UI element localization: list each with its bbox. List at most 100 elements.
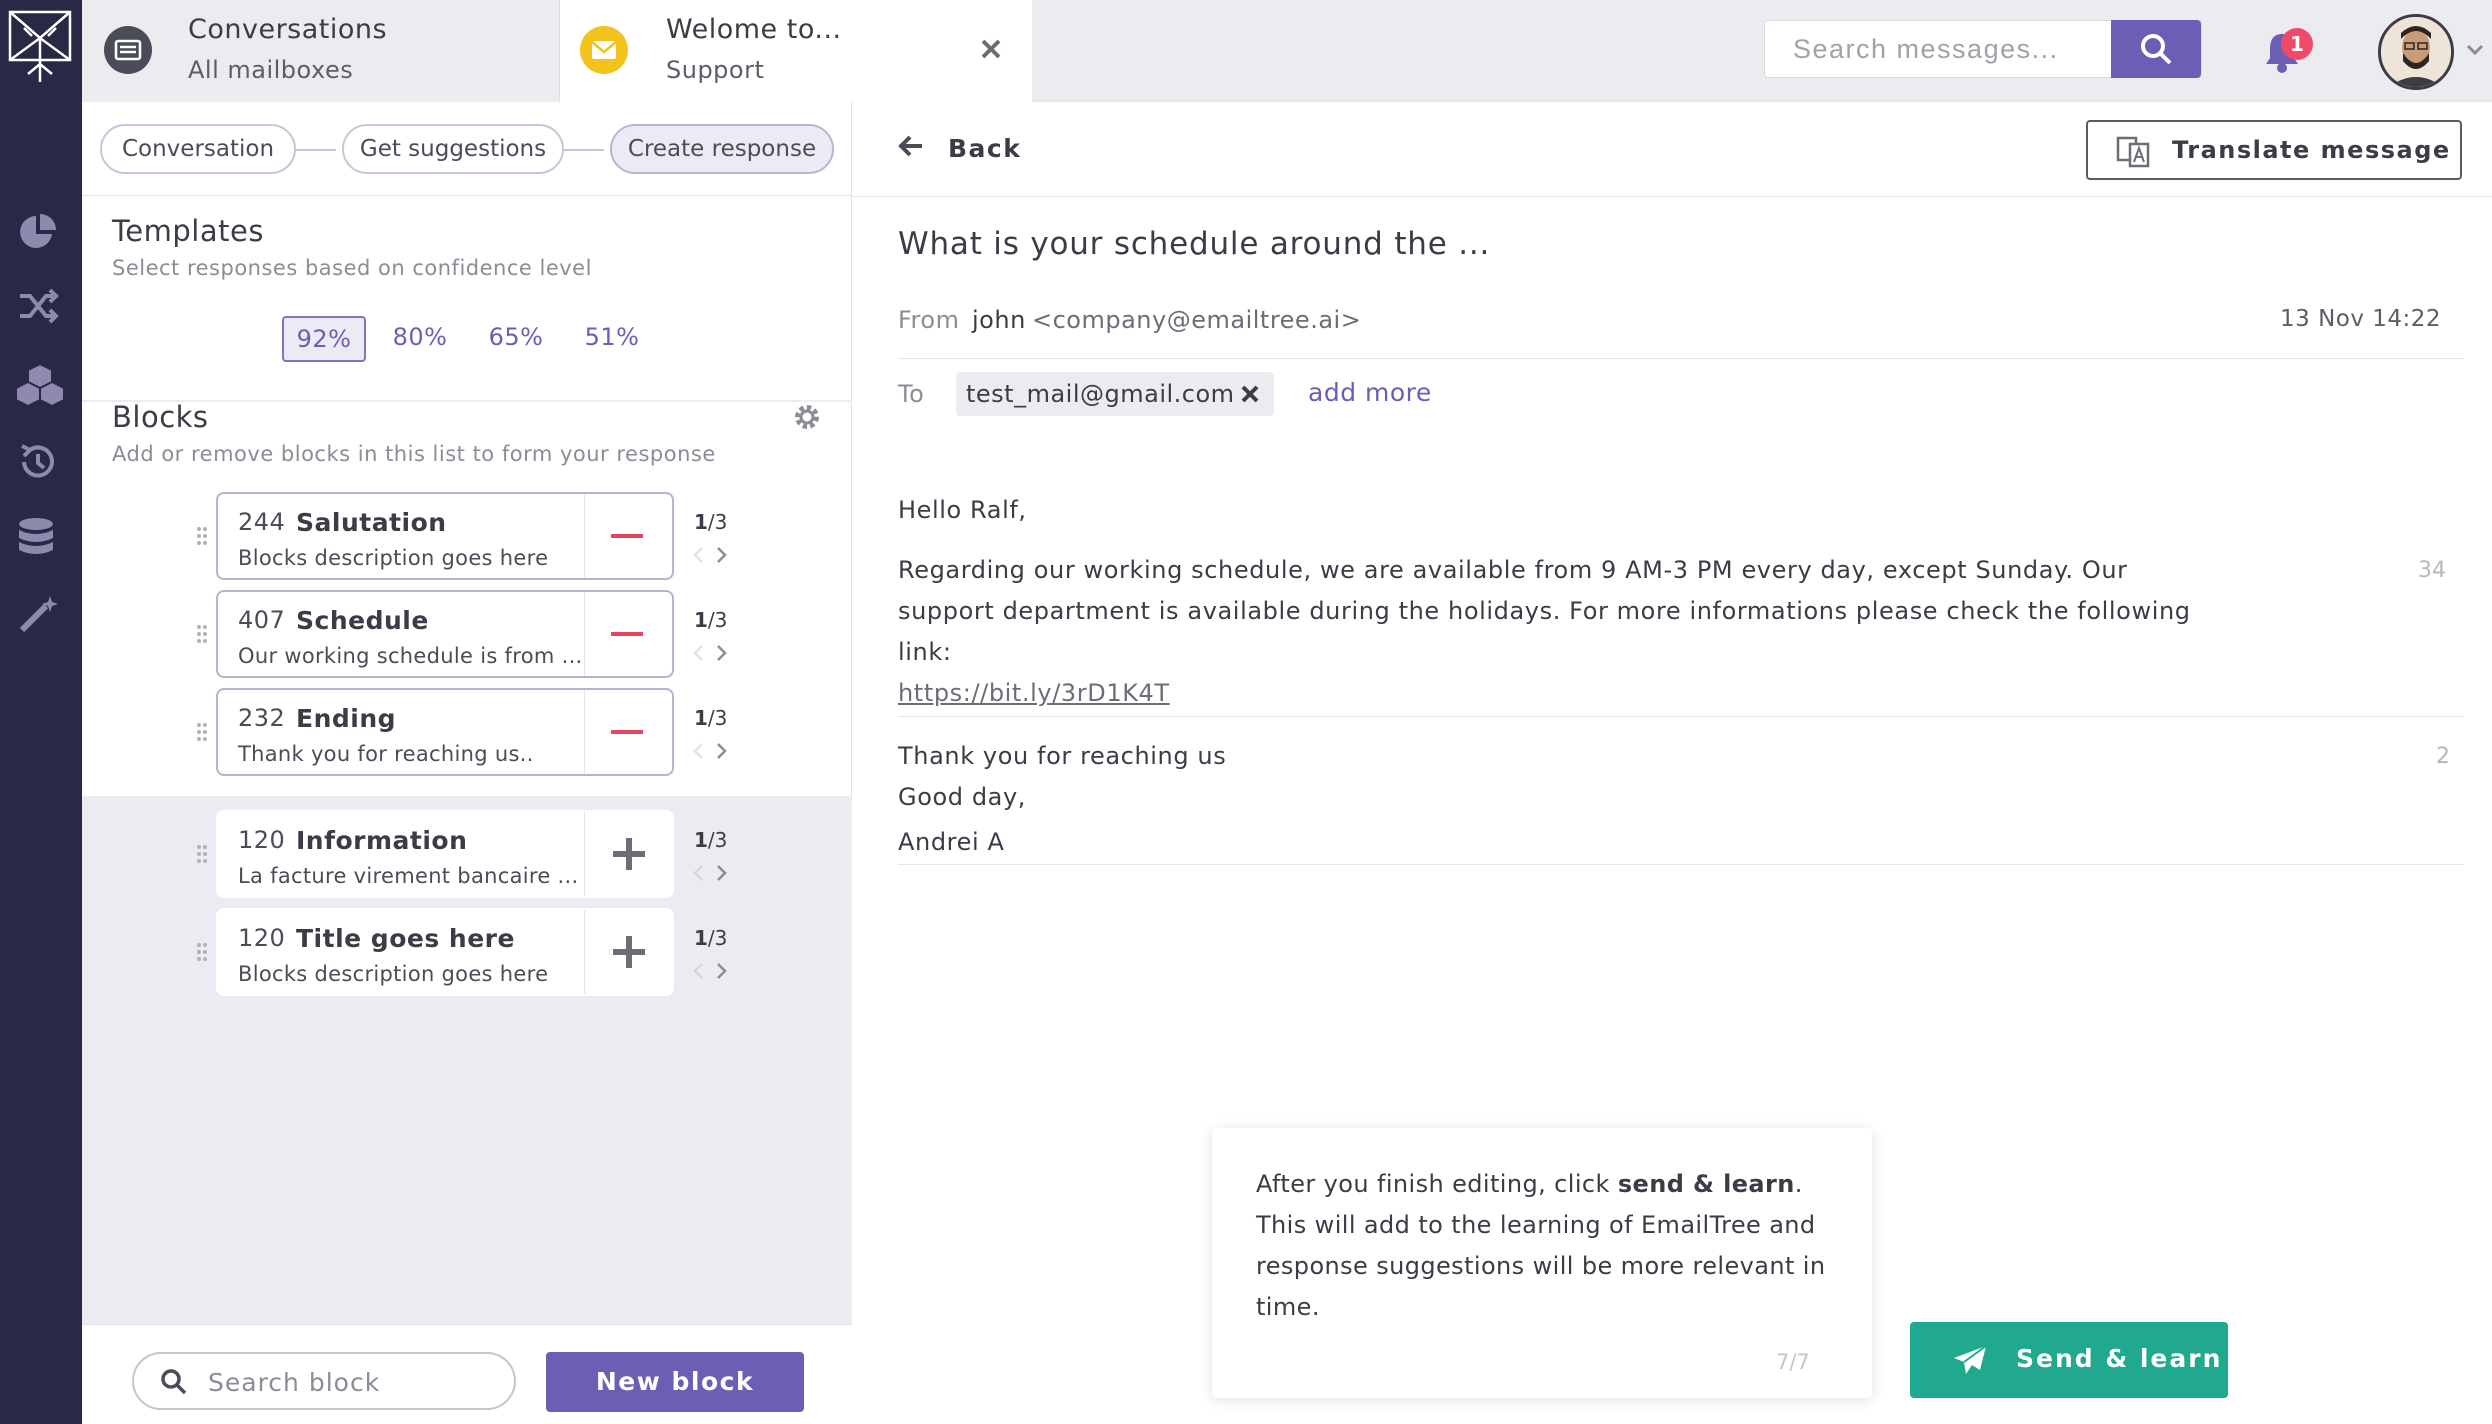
plus-icon xyxy=(613,838,645,870)
confidence-65[interactable]: 65% xyxy=(474,316,558,362)
block-name: Information xyxy=(296,826,468,855)
block-id: 232 xyxy=(238,704,286,732)
blocks-title: Blocks xyxy=(112,400,209,434)
to-label: To xyxy=(898,380,925,408)
add-block-button[interactable] xyxy=(584,910,672,994)
chevron-left-icon[interactable] xyxy=(692,864,704,882)
chevron-right-icon[interactable] xyxy=(716,962,728,980)
avatar[interactable] xyxy=(2378,14,2454,90)
message-greeting[interactable]: Hello Ralf, xyxy=(898,490,1027,531)
translate-label: Translate message xyxy=(2172,136,2451,164)
step-conversation[interactable]: Conversation xyxy=(100,124,296,174)
block-name: Ending xyxy=(296,704,397,733)
tab-conversations[interactable]: Conversations All mailboxes xyxy=(82,0,560,102)
search-button[interactable] xyxy=(2111,20,2201,78)
chevron-right-icon[interactable] xyxy=(716,742,728,760)
tooltip-text-bold: send & learn xyxy=(1617,1170,1795,1198)
left-nav-rail xyxy=(0,0,82,1424)
drag-handle-icon[interactable] xyxy=(196,624,208,644)
block-item[interactable]: 120 Title goes here Blocks description g… xyxy=(216,908,674,996)
message-closing-line[interactable]: Thank you for reaching us xyxy=(898,736,1226,777)
block-id: 120 xyxy=(238,924,286,952)
chevron-left-icon[interactable] xyxy=(692,546,704,564)
message-paragraph-line[interactable]: support department is available during t… xyxy=(898,591,2191,632)
confidence-51[interactable]: 51% xyxy=(570,316,654,362)
pager-current: 1 xyxy=(694,510,708,534)
tab-title: Conversations xyxy=(188,14,388,45)
block-pager: 1/3 xyxy=(694,510,727,534)
remove-recipient-icon[interactable] xyxy=(1240,384,1260,404)
block-pager: 1/3 xyxy=(694,926,727,950)
block-item[interactable]: 407 Schedule Our working schedule is fro… xyxy=(216,590,674,678)
block-pager: 1/3 xyxy=(694,828,727,852)
database-icon[interactable] xyxy=(16,516,56,560)
back-button[interactable]: Back xyxy=(948,134,1021,163)
message-paragraph-line[interactable]: link: xyxy=(898,632,952,673)
block-item[interactable]: 232 Ending Thank you for reaching us.. xyxy=(216,688,674,776)
translate-message-button[interactable]: Translate message xyxy=(2086,120,2462,180)
add-block-button[interactable] xyxy=(584,812,672,896)
history-icon[interactable] xyxy=(16,440,60,484)
search-icon xyxy=(2139,32,2173,66)
step-create-response[interactable]: Create response xyxy=(610,124,834,174)
chevron-left-icon[interactable] xyxy=(692,962,704,980)
search-block-placeholder: Search block xyxy=(208,1368,381,1397)
drag-handle-icon[interactable] xyxy=(196,722,208,742)
tab-title: Welome to... xyxy=(666,14,842,45)
drag-handle-icon[interactable] xyxy=(196,942,208,962)
analytics-pie-icon[interactable] xyxy=(16,210,60,254)
pager-current: 1 xyxy=(694,828,708,852)
block-char-count: 2 xyxy=(2436,744,2450,769)
magic-wand-icon[interactable] xyxy=(16,592,60,636)
drag-handle-icon[interactable] xyxy=(196,526,208,546)
cubes-icon[interactable] xyxy=(16,362,64,406)
arrow-left-icon[interactable] xyxy=(896,132,926,160)
chevron-right-icon[interactable] xyxy=(716,864,728,882)
block-description: Our working schedule is from ... xyxy=(238,644,583,668)
tooltip-step-counter: 7/7 xyxy=(1776,1350,1810,1374)
onboarding-tooltip: After you finish editing, click send & l… xyxy=(1212,1128,1872,1398)
message-link[interactable]: https://bit.ly/3rD1K4T xyxy=(898,679,1170,707)
chevron-down-icon[interactable] xyxy=(2466,44,2484,56)
minus-icon xyxy=(611,534,643,538)
confidence-80[interactable]: 80% xyxy=(378,316,462,362)
remove-block-button[interactable] xyxy=(584,690,672,774)
inbox-icon xyxy=(104,26,152,74)
confidence-92[interactable]: 92% xyxy=(282,316,366,362)
search-block-input[interactable]: Search block xyxy=(132,1352,516,1410)
message-closing-line[interactable]: Good day, xyxy=(898,777,1026,818)
step-get-suggestions[interactable]: Get suggestions xyxy=(342,124,564,174)
block-description: Blocks description goes here xyxy=(238,546,549,570)
remove-block-button[interactable] xyxy=(584,494,672,578)
remove-block-button[interactable] xyxy=(584,592,672,676)
close-tab-icon[interactable] xyxy=(980,38,1002,60)
add-more-recipients-link[interactable]: add more xyxy=(1308,378,1432,407)
translate-icon xyxy=(2116,136,2150,168)
tab-welcome[interactable]: Welome to... Support xyxy=(560,0,1032,102)
pager-total: /3 xyxy=(707,608,728,632)
step-connector xyxy=(562,149,604,151)
new-block-button[interactable]: New block xyxy=(546,1352,804,1412)
paper-plane-icon xyxy=(1952,1344,1988,1376)
chevron-right-icon[interactable] xyxy=(716,644,728,662)
block-item[interactable]: 120 Information La facture virement banc… xyxy=(216,810,674,898)
block-char-count: 34 xyxy=(2418,558,2446,583)
chevron-left-icon[interactable] xyxy=(692,742,704,760)
message-signature[interactable]: Andrei A xyxy=(898,822,1004,863)
chevron-left-icon[interactable] xyxy=(692,644,704,662)
drag-handle-icon[interactable] xyxy=(196,844,208,864)
recipient-email: test_mail@gmail.com xyxy=(966,380,1235,408)
block-item[interactable]: 244 Salutation Blocks description goes h… xyxy=(216,492,674,580)
message-paragraph-line[interactable]: Regarding our working schedule, we are a… xyxy=(898,550,2128,591)
block-id: 407 xyxy=(238,606,286,634)
templates-title: Templates xyxy=(112,214,264,248)
from-label: From xyxy=(898,306,960,334)
gear-icon[interactable] xyxy=(792,402,822,432)
response-builder-panel: Conversation Get suggestions Create resp… xyxy=(82,102,852,1424)
chevron-right-icon[interactable] xyxy=(716,546,728,564)
block-pager: 1/3 xyxy=(694,608,727,632)
emailtree-logo-icon[interactable] xyxy=(6,8,74,86)
shuffle-icon[interactable] xyxy=(16,286,60,326)
send-and-learn-button[interactable]: Send & learn xyxy=(1910,1322,2228,1398)
send-label: Send & learn xyxy=(2016,1344,2223,1373)
